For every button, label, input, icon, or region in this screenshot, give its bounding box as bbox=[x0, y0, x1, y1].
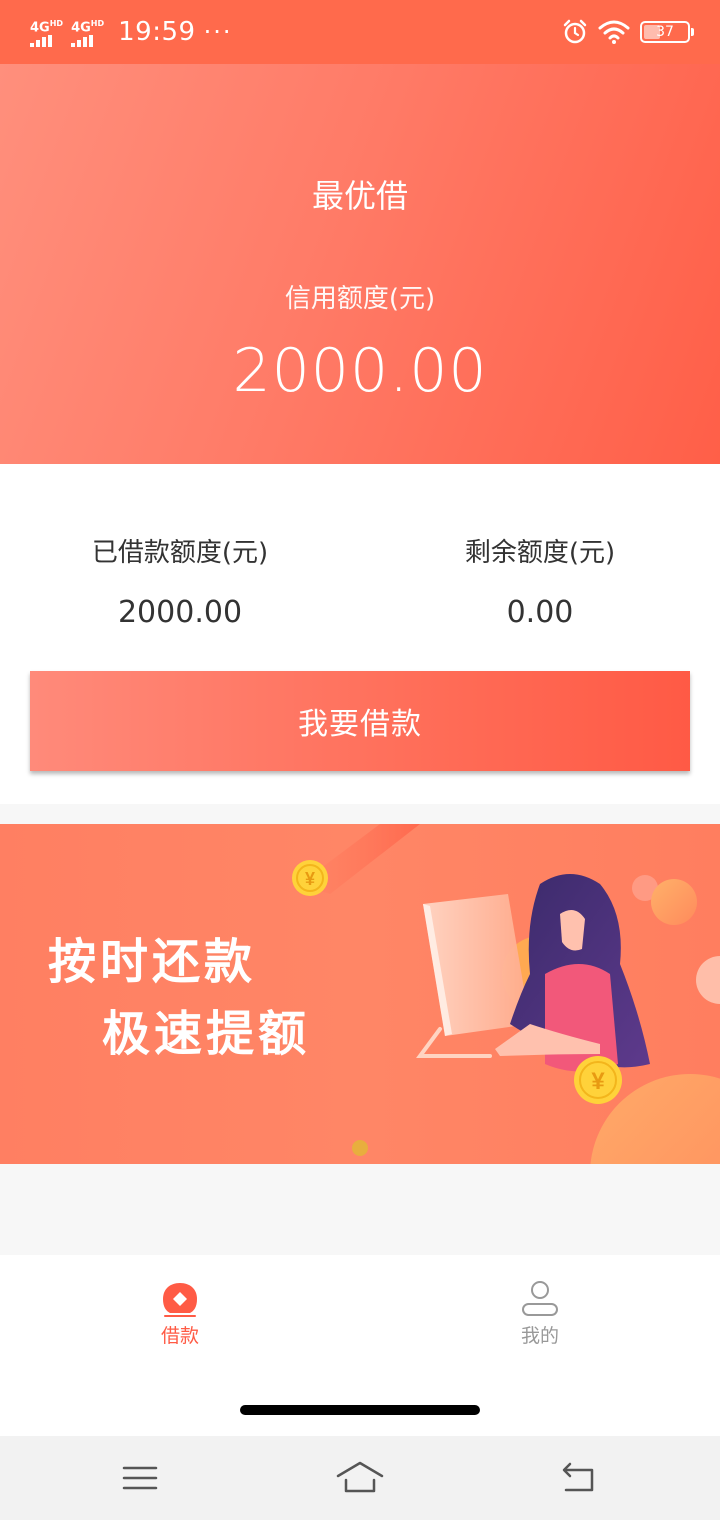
bottom-tab-bar: 借款 我的 bbox=[0, 1255, 720, 1436]
alarm-icon bbox=[563, 19, 587, 44]
remaining-value: 0.00 bbox=[506, 595, 574, 630]
loan-icon bbox=[163, 1283, 197, 1317]
credit-limit-amount: 2000.00 bbox=[232, 336, 488, 406]
credit-limit-label: 信用额度(元) bbox=[284, 284, 436, 314]
menu-icon[interactable] bbox=[120, 1458, 160, 1498]
signal-icon: 4GHD bbox=[71, 17, 104, 48]
status-time: 19:59 bbox=[118, 17, 196, 47]
tab-mine[interactable]: 我的 bbox=[360, 1279, 720, 1349]
loan-summary-card: 已借款额度(元) 2000.00 剩余额度(元) 0.00 我要借款 bbox=[0, 464, 720, 804]
app-title: 最优借 bbox=[311, 177, 408, 215]
banner-illustration: ¥ ¥ bbox=[292, 824, 720, 1164]
battery-icon: 37 bbox=[640, 21, 694, 43]
tab-loan-label: 借款 bbox=[160, 1325, 199, 1347]
svg-text:¥: ¥ bbox=[591, 1068, 605, 1095]
home-indicator[interactable] bbox=[240, 1405, 480, 1415]
back-icon[interactable] bbox=[558, 1458, 598, 1498]
system-nav-bar bbox=[0, 1436, 720, 1520]
borrowed-value: 2000.00 bbox=[117, 595, 243, 630]
svg-text:¥: ¥ bbox=[305, 869, 315, 889]
battery-level: 37 bbox=[656, 24, 674, 40]
borrowed-label: 已借款额度(元) bbox=[91, 538, 269, 568]
tab-loan[interactable]: 借款 bbox=[0, 1279, 360, 1349]
borrow-button[interactable]: 我要借款 bbox=[30, 671, 690, 771]
home-icon[interactable] bbox=[334, 1458, 386, 1498]
wifi-icon bbox=[598, 20, 630, 44]
banner-headline-2: 极速提额 bbox=[102, 1006, 311, 1062]
status-more-dots: ··· bbox=[203, 18, 233, 46]
profile-icon bbox=[522, 1281, 558, 1316]
remaining-label: 剩余额度(元) bbox=[464, 538, 616, 568]
remaining-stat: 剩余额度(元) 0.00 bbox=[360, 536, 720, 632]
signal-icon: 4GHD bbox=[30, 17, 63, 48]
banner-headline-1: 按时还款 bbox=[48, 934, 257, 990]
tab-mine-label: 我的 bbox=[520, 1325, 559, 1347]
credit-header: 最优借 信用额度(元) 2000.00 bbox=[0, 64, 720, 464]
borrowed-stat: 已借款额度(元) 2000.00 bbox=[0, 536, 360, 632]
promo-banner[interactable]: ¥ ¥ 按时还款 极速提额 bbox=[0, 824, 720, 1164]
status-bar: 4GHD 4GHD 19:59 ··· 37 bbox=[0, 0, 720, 64]
